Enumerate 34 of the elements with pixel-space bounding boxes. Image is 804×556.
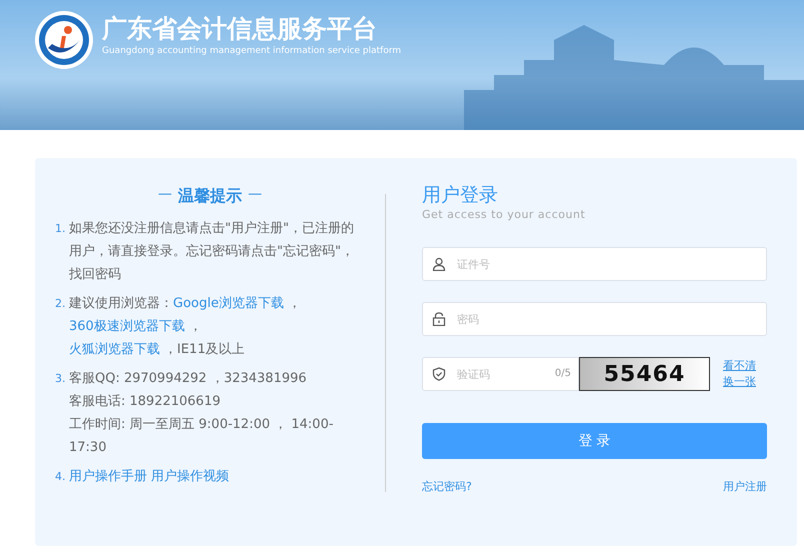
tip-text: 建议使用浏览器： — [69, 296, 173, 311]
download-link[interactable]: Google浏览器下载 — [173, 296, 284, 311]
tip-text: 客服电话: 18922106619 — [69, 393, 222, 411]
download-link[interactable]: 火狐浏览器下载 — [69, 342, 160, 357]
captcha-image[interactable]: 55464 — [579, 357, 710, 391]
refresh-captcha-link[interactable]: 看不清 — [723, 358, 756, 374]
forgot-password-link[interactable]: 忘记密码? — [422, 479, 472, 494]
tips-title: 温馨提示 — [178, 186, 242, 207]
list-number: 1. — [55, 221, 66, 237]
login-subtitle: Get access to your account — [422, 208, 586, 221]
download-link[interactable]: 用户操作手册 — [69, 469, 147, 484]
list-number: 2. — [55, 296, 66, 312]
platform-title: 广东省会计信息服务平台 — [102, 14, 378, 44]
platform-subtitle: Guangdong accounting management information service platform — [102, 46, 402, 56]
tip-text: ， — [288, 296, 301, 311]
emblem-logo-icon — [34, 10, 94, 70]
tip-text: ， — [188, 319, 202, 334]
login-title: 用户登录 — [422, 183, 499, 208]
tip-text: 工作时间: 周一至周五 9:00-12:00 ， 14:00-17:30 — [69, 416, 334, 457]
download-link[interactable]: 360极速浏览器下载 — [69, 319, 185, 334]
tip-text: 客服QQ: 2970994292 ，3234381996 — [69, 370, 308, 388]
list-number: 4. — [55, 469, 66, 485]
list-number: 3. — [55, 371, 66, 387]
dash-mark: — — [158, 186, 172, 204]
dash-mark: — — [248, 186, 262, 204]
input-field[interactable]: 证件号 — [422, 247, 767, 281]
refresh-captcha-link[interactable]: 换一张 — [723, 374, 756, 390]
input-field[interactable]: 密码 — [422, 302, 767, 336]
tip-text: 如果您还没注册信息请点击"用户注册"，已注册的用户，请直接登录。忘记密码请点击"忘记密码"，找回密码 — [69, 220, 355, 284]
download-link[interactable]: 用户操作视频 — [151, 469, 229, 484]
tip-text: ，IE11及以上 — [164, 342, 245, 357]
register-link[interactable]: 用户注册 — [723, 479, 767, 494]
character-counter: 0/5 — [554, 368, 571, 379]
login-button[interactable]: 登 录 — [422, 423, 767, 459]
